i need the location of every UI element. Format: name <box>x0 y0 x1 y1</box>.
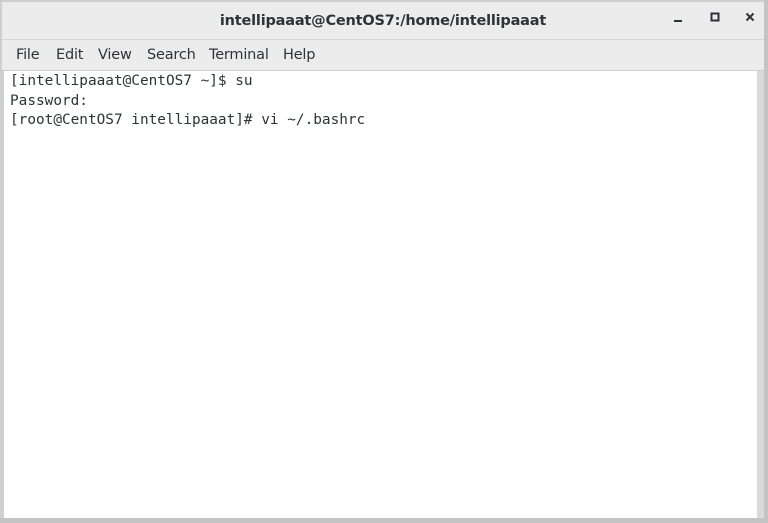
menu-help[interactable]: Help <box>283 40 315 71</box>
terminal-line: [intellipaaat@CentOS7 ~]$ su <box>10 73 253 89</box>
minimize-icon <box>668 11 688 23</box>
menu-view[interactable]: View <box>98 40 132 71</box>
terminal-window: intellipaaat@CentOS7:/home/intellipaaat … <box>0 0 768 523</box>
close-button[interactable] <box>740 11 760 31</box>
terminal-output[interactable]: [intellipaaat@CentOS7 ~]$ su Password: [… <box>4 71 757 518</box>
maximize-icon <box>705 11 725 23</box>
menu-edit[interactable]: Edit <box>56 40 83 71</box>
terminal-line: [root@CentOS7 intellipaaat]# vi ~/.bashr… <box>10 112 366 128</box>
title-bar[interactable]: intellipaaat@CentOS7:/home/intellipaaat <box>2 2 764 40</box>
close-icon <box>740 11 760 23</box>
menu-terminal[interactable]: Terminal <box>209 40 269 71</box>
maximize-button[interactable] <box>705 11 725 31</box>
menu-file[interactable]: File <box>16 40 40 71</box>
menu-search[interactable]: Search <box>147 40 196 71</box>
minimize-button[interactable] <box>668 11 688 31</box>
terminal-scrollbar[interactable] <box>757 71 764 518</box>
window-title: intellipaaat@CentOS7:/home/intellipaaat <box>219 13 547 29</box>
terminal-line: Password: <box>10 92 88 109</box>
menu-bar: File Edit View Search Terminal Help <box>2 40 764 71</box>
window-frame-right <box>764 0 768 523</box>
window-frame-bottom <box>0 518 768 523</box>
